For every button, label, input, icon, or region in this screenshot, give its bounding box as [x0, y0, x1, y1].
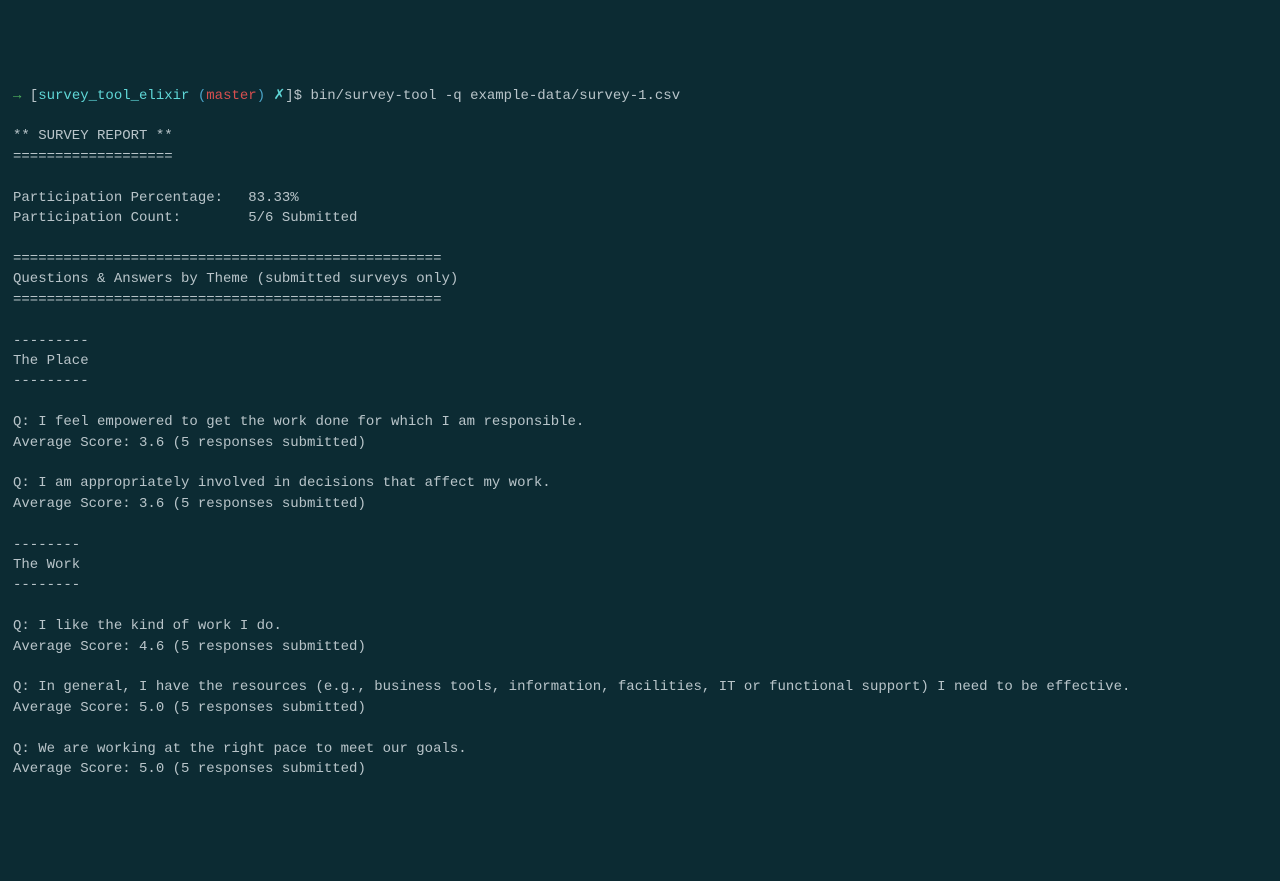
section-title: Questions & Answers by Theme (submitted …	[13, 271, 458, 287]
theme-name: The Work	[13, 557, 80, 573]
theme-rule: ---------	[13, 373, 89, 389]
question-text: Q: I am appropriately involved in decisi…	[13, 475, 551, 491]
participation-count: Participation Count: 5/6 Submitted	[13, 210, 357, 226]
dirty-indicator-icon: ✗	[265, 88, 285, 104]
git-paren-close: )	[257, 88, 265, 104]
theme-rule: ---------	[13, 333, 89, 349]
prompt-symbol: $	[294, 88, 311, 104]
theme-rule: --------	[13, 577, 80, 593]
git-paren-open: (	[189, 88, 206, 104]
question-text: Q: I like the kind of work I do.	[13, 618, 282, 634]
question-text: Q: In general, I have the resources (e.g…	[13, 679, 1130, 695]
section-rule: ========================================…	[13, 292, 441, 308]
report-title: ** SURVEY REPORT **	[13, 128, 173, 144]
prompt-line: → [survey_tool_elixir (master) ✗]$ bin/s…	[13, 88, 680, 104]
terminal-window[interactable]: → [survey_tool_elixir (master) ✗]$ bin/s…	[13, 86, 1267, 780]
report-title-rule: ===================	[13, 149, 173, 165]
bracket-close: ]	[285, 88, 293, 104]
theme-rule: --------	[13, 537, 80, 553]
average-score: Average Score: 5.0 (5 responses submitte…	[13, 761, 366, 777]
question-text: Q: We are working at the right pace to m…	[13, 741, 467, 757]
git-branch: master	[206, 88, 256, 104]
bracket-open: [	[21, 88, 38, 104]
average-score: Average Score: 5.0 (5 responses submitte…	[13, 700, 366, 716]
average-score: Average Score: 3.6 (5 responses submitte…	[13, 435, 366, 451]
question-text: Q: I feel empowered to get the work done…	[13, 414, 584, 430]
command-input[interactable]: bin/survey-tool -q example-data/survey-1…	[310, 88, 680, 104]
section-rule: ========================================…	[13, 251, 441, 267]
theme-name: The Place	[13, 353, 89, 369]
participation-percentage: Participation Percentage: 83.33%	[13, 190, 299, 206]
average-score: Average Score: 3.6 (5 responses submitte…	[13, 496, 366, 512]
current-directory: survey_tool_elixir	[38, 88, 189, 104]
average-score: Average Score: 4.6 (5 responses submitte…	[13, 639, 366, 655]
